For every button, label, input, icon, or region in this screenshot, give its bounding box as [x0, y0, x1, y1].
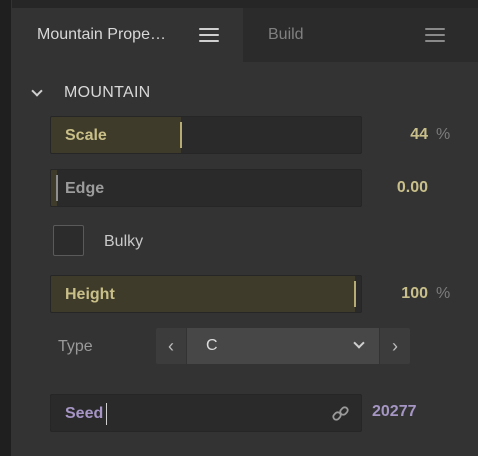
slider-label: Height [65, 286, 115, 303]
height-value[interactable]: 100 [362, 285, 428, 303]
tab-bar: Mountain Prope… Build [12, 8, 478, 62]
scale-slider[interactable]: Scale [50, 116, 362, 154]
properties-panel: MOUNTAIN Scale 44 % Edge 0.00 Bulky Heig… [12, 62, 478, 456]
type-select[interactable]: C [187, 328, 379, 364]
bulky-checkbox[interactable] [53, 225, 84, 256]
scale-unit: % [436, 126, 451, 143]
text-caret [106, 403, 107, 425]
scale-value[interactable]: 44 [362, 126, 428, 144]
type-label: Type [58, 338, 93, 355]
height-unit: % [436, 285, 451, 302]
section-header-mountain[interactable]: MOUNTAIN [32, 84, 151, 102]
chevron-right-icon[interactable]: › [380, 328, 410, 364]
menu-icon[interactable] [425, 28, 445, 42]
seed-value[interactable]: 20277 [372, 403, 417, 421]
slider-label: Scale [65, 127, 107, 144]
link-icon[interactable] [331, 405, 351, 423]
slider-handle[interactable] [354, 281, 356, 307]
edge-value[interactable]: 0.00 [362, 179, 428, 197]
app-window: Mountain Prope… Build MOUNTAIN Scale 44 … [0, 0, 478, 456]
bulky-label: Bulky [104, 233, 144, 250]
chevron-down-icon [32, 88, 42, 98]
slider-handle[interactable] [56, 175, 58, 201]
type-combo: ‹ C › [156, 328, 410, 364]
seed-field[interactable]: Seed [50, 394, 362, 432]
slider-label: Edge [65, 180, 105, 197]
menu-icon[interactable] [199, 28, 219, 42]
type-selected-value: C [206, 337, 218, 354]
edge-slider[interactable]: Edge [50, 169, 362, 207]
tab-build[interactable]: Build [243, 8, 478, 62]
seed-label: Seed [65, 405, 104, 422]
height-slider[interactable]: Height [50, 275, 362, 313]
chevron-down-icon [353, 337, 365, 349]
tab-label: Mountain Prope… [37, 26, 166, 43]
tab-label: Build [268, 26, 304, 43]
tab-mountain-properties[interactable]: Mountain Prope… [12, 8, 243, 62]
window-gutter [0, 0, 12, 456]
chevron-left-icon[interactable]: ‹ [156, 328, 186, 364]
section-title: MOUNTAIN [64, 84, 151, 101]
slider-handle[interactable] [180, 122, 182, 148]
